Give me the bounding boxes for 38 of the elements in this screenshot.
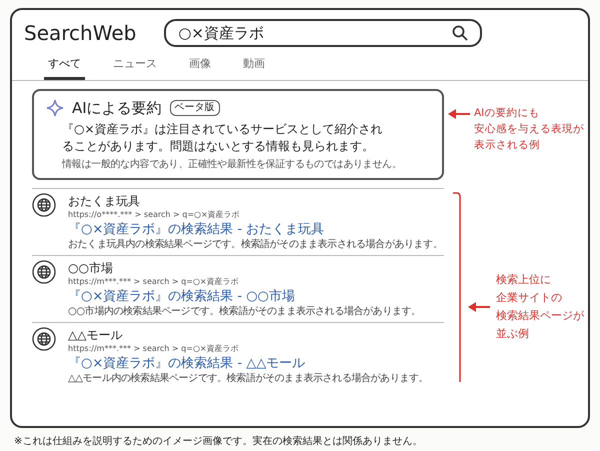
- annotation-line: 安心感を与える表現が: [474, 122, 584, 136]
- search-icon[interactable]: [452, 25, 468, 41]
- search-field[interactable]: ○×資産ラボ: [164, 19, 482, 47]
- tab[interactable]: ニュース: [109, 56, 161, 80]
- site-name: △△モール: [68, 327, 124, 343]
- arrow-icon: [468, 302, 490, 312]
- ai-summary-text: 『○×資産ラボ』は注目されているサービスとして紹介されることがあります。問題はないとする情報も見られます。: [61, 121, 384, 155]
- ai-summary-title: AIによる要約: [72, 98, 162, 118]
- annotation-line: 並ぶ例: [496, 326, 530, 342]
- search-query: ○×資産ラボ: [178, 22, 265, 44]
- globe-icon: [32, 327, 56, 351]
- result-snippet: おたくま玩具内の検索結果ページです。検索語がそのまま表示される場合があります。: [68, 238, 442, 251]
- annotation-line: 企業サイトの: [496, 290, 563, 306]
- result-snippet: ○○市場内の検索結果ページです。検索語がそのまま表示される場合があります。: [68, 305, 421, 318]
- annotation-line: 検索上位に: [496, 272, 552, 288]
- result-url: https://o****.*** > search > q=○×資産ラボ: [68, 209, 241, 221]
- result-link[interactable]: 『○×資産ラボ』の検索結果 - おたくま玩具: [68, 221, 442, 238]
- arrow-icon: [448, 108, 470, 118]
- tab[interactable]: すべて: [44, 56, 85, 80]
- disclaimer: 情報は一般的な内容であり、正確性や最新性を保証するものではありません。: [60, 158, 403, 172]
- sparkle-icon: [46, 98, 64, 117]
- logo: SearchWeb: [24, 20, 136, 47]
- tab[interactable]: 画像: [185, 56, 215, 80]
- annotation-line: 検索結果ページが: [496, 308, 584, 324]
- site-name: ○○市場: [68, 260, 114, 276]
- beta-badge: ベータ版: [170, 100, 220, 116]
- globe-icon: [32, 260, 56, 284]
- result-link[interactable]: 『○×資産ラボ』の検索結果 - ○○市場: [68, 288, 421, 305]
- tab[interactable]: 動画: [239, 56, 269, 80]
- result-url: https://m***.*** > search > q=○×資産ラボ: [68, 276, 240, 288]
- result-link[interactable]: 『○×資産ラボ』の検索結果 - △△モール: [68, 355, 428, 372]
- annotation-line: AIの要約にも: [474, 106, 540, 120]
- globe-icon: [32, 193, 56, 217]
- result-snippet: △△モール内の検索結果ページです。検索語がそのまま表示される場合があります。: [68, 372, 428, 385]
- result-url: https://m***.*** > search > q=○×資産ラボ: [68, 343, 240, 355]
- site-name: おたくま玩具: [68, 193, 141, 209]
- annotation-line: 表示される例: [474, 138, 541, 152]
- footnote: ※これは仕組みを説明するためのイメージ画像です。実在の検索結果とは関係ありません。: [13, 434, 424, 449]
